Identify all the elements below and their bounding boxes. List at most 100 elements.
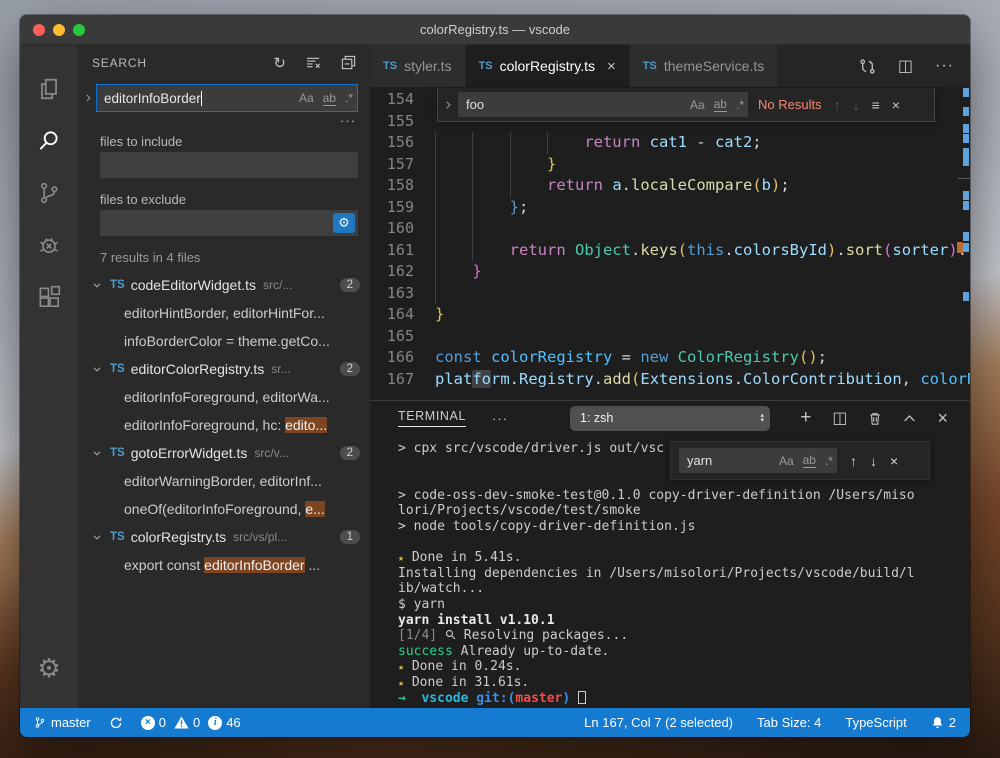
terminal-line: Installing dependencies in /Users/misolo… (398, 566, 970, 582)
desktop: { "window": { "title": "colorRegistry.ts… (0, 0, 1000, 758)
clear-search-results-icon[interactable] (306, 55, 321, 70)
toggle-replace-chevron-icon[interactable] (80, 93, 96, 103)
find-previous-icon[interactable]: ↑ (850, 453, 857, 469)
search-input[interactable]: editorInfoBorder Aa ab .* (96, 84, 358, 112)
search-result-match[interactable]: export const editorInfoBorder ... (78, 551, 370, 579)
close-find-icon[interactable]: × (892, 97, 900, 113)
match-case-icon[interactable]: Aa (299, 91, 314, 105)
sidebar-header: SEARCH ↻ (78, 45, 370, 80)
find-in-selection-icon[interactable]: ≡ (872, 97, 880, 113)
file-name: codeEditorWidget.ts (131, 277, 256, 293)
maximize-panel-icon[interactable] (903, 414, 916, 423)
match-text: oneOf(editorInfoForeground, e... (124, 501, 325, 517)
sidebar-item-explorer[interactable] (25, 63, 73, 115)
toggle-search-details-icon[interactable]: ··· (78, 112, 370, 128)
cursor-position-status[interactable]: Ln 167, Col 7 (2 selected) (584, 715, 733, 730)
chevron-down-icon (92, 532, 108, 542)
code-line: 161 return Object.keys(this.colorsById).… (370, 240, 970, 262)
find-next-icon[interactable]: ↓ (853, 97, 860, 113)
zoom-window-button[interactable] (73, 24, 85, 36)
refresh-icon[interactable]: ↻ (273, 54, 286, 72)
whole-word-icon[interactable]: ab (323, 91, 336, 106)
search-result-file[interactable]: TScodeEditorWidget.tssrc/...2 (78, 271, 370, 299)
find-next-icon[interactable]: ↓ (870, 453, 877, 469)
find-input[interactable]: yarn Aa ab .* (679, 448, 837, 473)
close-window-button[interactable] (33, 24, 45, 36)
split-terminal-icon[interactable]: ◫ (832, 408, 847, 428)
file-name: colorRegistry.ts (131, 529, 226, 545)
chevron-down-icon (92, 448, 108, 458)
regex-icon[interactable]: .* (345, 91, 353, 105)
regex-icon[interactable]: .* (825, 454, 833, 468)
line-number: 166 (370, 347, 414, 369)
sync-status[interactable] (109, 716, 123, 730)
settings-button[interactable]: ⚙ (25, 642, 73, 694)
search-result-match[interactable]: editorInfoForeground, hc: edito... (78, 411, 370, 439)
branch-icon (34, 715, 46, 730)
terminal-line: success Already up-to-date. (398, 644, 970, 660)
split-editor-icon[interactable]: ◫ (898, 56, 913, 76)
find-input[interactable]: foo Aa ab .* (458, 92, 748, 117)
search-result-match[interactable]: editorInfoForeground, editorWa... (78, 383, 370, 411)
files-to-include-input[interactable] (100, 152, 358, 178)
info-count: 46 (226, 715, 240, 730)
overview-ruler-mark (963, 148, 969, 157)
find-previous-icon[interactable]: ↑ (834, 97, 841, 113)
file-path: src/vs/pl... (233, 530, 333, 544)
terminal-line: > code-oss-dev-smoke-test@0.1.0 copy-dri… (398, 488, 970, 504)
search-result-match[interactable]: editorWarningBorder, editorInf... (78, 467, 370, 495)
overview-ruler[interactable] (958, 87, 970, 400)
problems-status[interactable]: × 0 0 i 46 (141, 715, 241, 730)
whole-word-icon[interactable]: ab (803, 453, 816, 468)
search-query: editorInfoBorder (104, 91, 201, 106)
collapse-all-icon[interactable] (341, 55, 356, 70)
kill-terminal-icon[interactable] (868, 411, 882, 426)
close-panel-icon[interactable]: × (937, 408, 948, 429)
overview-ruler-mark (963, 88, 969, 97)
search-result-file[interactable]: TSgotoErrorWidget.tssrc/v...2 (78, 439, 370, 467)
sidebar-item-extensions[interactable] (25, 271, 73, 323)
gear-icon: ⚙ (338, 215, 350, 231)
window-title: colorRegistry.ts — vscode (420, 22, 570, 37)
minimize-window-button[interactable] (53, 24, 65, 36)
sidebar-item-search[interactable] (25, 115, 73, 167)
use-exclude-settings-button[interactable]: ⚙ (333, 213, 355, 233)
indent-guide (435, 218, 436, 240)
title-bar[interactable]: colorRegistry.ts — vscode (20, 15, 970, 45)
status-bar: master × 0 0 i 46 Ln 167, Col 7 (2 selec… (20, 708, 970, 737)
indent-guide (547, 132, 548, 154)
search-result-match[interactable]: infoBorderColor = theme.getCo... (78, 327, 370, 355)
panel-tab-terminal[interactable]: TERMINAL (398, 409, 466, 427)
tab-size-status[interactable]: Tab Size: 4 (757, 715, 821, 730)
sidebar-item-debug[interactable] (25, 219, 73, 271)
files-to-exclude-input[interactable]: ⚙ (100, 210, 358, 236)
match-case-icon[interactable]: Aa (690, 98, 705, 112)
toggle-replace-chevron-icon[interactable] (438, 88, 458, 121)
whole-word-icon[interactable]: ab (714, 97, 727, 112)
tab-colorregistry[interactable]: TS colorRegistry.ts × (466, 45, 630, 87)
open-changes-icon[interactable] (859, 58, 876, 75)
close-tab-icon[interactable]: × (607, 58, 616, 75)
language-mode-status[interactable]: TypeScript (845, 715, 906, 730)
search-result-match[interactable]: oneOf(editorInfoForeground, e... (78, 495, 370, 523)
search-result-file[interactable]: TScolorRegistry.tssrc/vs/pl...1 (78, 523, 370, 551)
more-actions-icon[interactable]: ··· (492, 411, 508, 426)
regex-icon[interactable]: .* (736, 98, 744, 112)
tab-styler[interactable]: TS styler.ts (370, 45, 466, 87)
match-case-icon[interactable]: Aa (779, 454, 794, 468)
close-find-icon[interactable]: × (890, 453, 898, 469)
more-actions-icon[interactable]: ··· (935, 57, 954, 75)
notifications-status[interactable]: 2 (931, 715, 956, 730)
code-editor[interactable]: 154155156 return cat1 - cat2;157 }158 re… (370, 87, 970, 400)
terminal-line: → vscode git:(master) (398, 691, 970, 707)
git-branch-status[interactable]: master (34, 715, 91, 730)
terminal-instance-select[interactable]: 1: zsh ▴▾ (570, 406, 770, 431)
search-result-match[interactable]: editorHintBorder, editorHintFor... (78, 299, 370, 327)
sidebar-item-source-control[interactable] (25, 167, 73, 219)
search-result-file[interactable]: TSeditorColorRegistry.tssr...2 (78, 355, 370, 383)
tab-themeservice[interactable]: TS themeService.ts (630, 45, 778, 87)
code-line: 164} (370, 304, 970, 326)
sidebar-title: SEARCH (92, 56, 147, 70)
line-number: 160 (370, 218, 414, 240)
new-terminal-icon[interactable]: + (800, 407, 811, 429)
